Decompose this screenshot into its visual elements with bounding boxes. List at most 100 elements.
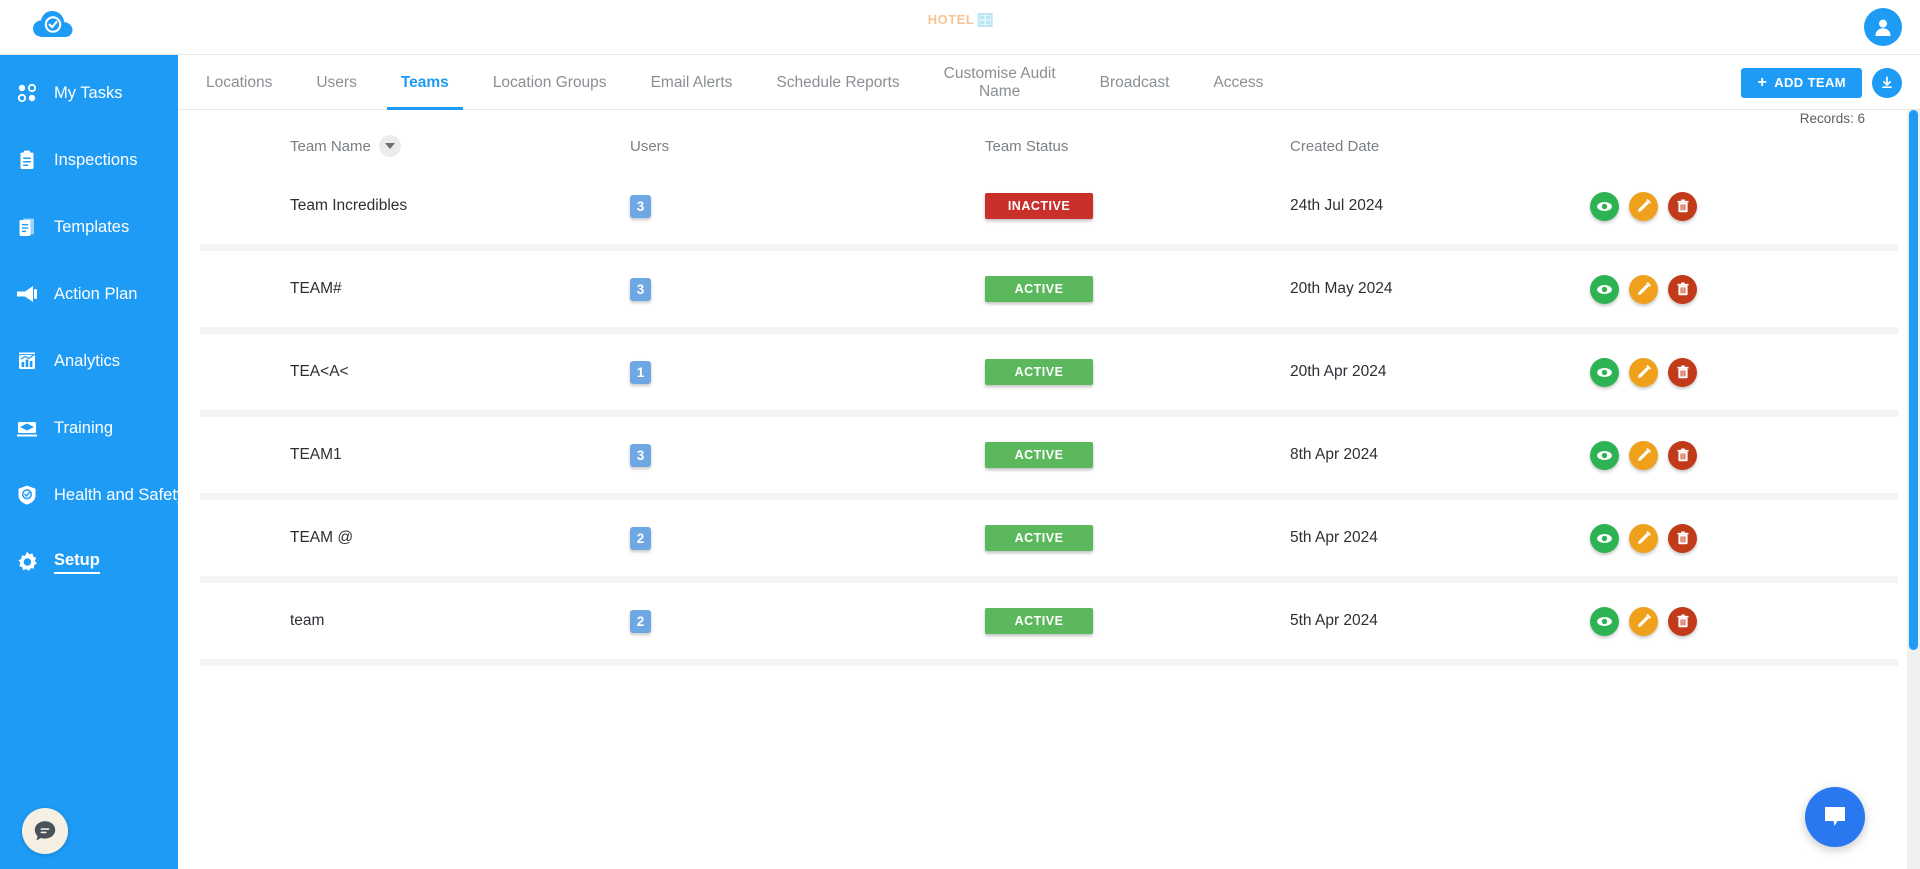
- row-actions: [1590, 191, 1697, 221]
- sidebar-item-label: Analytics: [54, 351, 121, 370]
- status-badge: ACTIVE: [985, 276, 1093, 302]
- view-button[interactable]: [1590, 191, 1619, 221]
- trash-icon: [1676, 448, 1689, 462]
- table-row[interactable]: TEA<A< 1 ACTIVE 20th Apr 2024: [200, 334, 1898, 417]
- users-count-badge[interactable]: 1: [630, 360, 651, 384]
- table-row[interactable]: TEAM1 3 ACTIVE 8th Apr 2024: [200, 417, 1898, 500]
- sidebar-item-label: Templates: [54, 217, 130, 236]
- add-team-button[interactable]: + ADD TEAM: [1741, 67, 1862, 98]
- edit-button[interactable]: [1629, 357, 1658, 387]
- column-header-users[interactable]: Users: [630, 138, 985, 155]
- users-count-badge[interactable]: 2: [630, 526, 651, 550]
- chat-widget-button[interactable]: [1805, 787, 1865, 847]
- tab-schedule-reports[interactable]: Schedule Reports: [754, 55, 921, 110]
- sidebar-item-analytics[interactable]: Analytics: [0, 341, 178, 381]
- users-count-badge[interactable]: 3: [630, 277, 651, 301]
- row-actions: [1590, 357, 1697, 387]
- cell-created-date: 5th Apr 2024: [1290, 612, 1378, 629]
- tab-email-alerts[interactable]: Email Alerts: [629, 55, 755, 110]
- table-row[interactable]: Team Incredibles 3 INACTIVE 24th Jul 202…: [200, 168, 1898, 251]
- table-row[interactable]: team 2 ACTIVE 5th Apr 2024: [200, 583, 1898, 666]
- trash-icon: [1676, 531, 1689, 545]
- bar-chart-icon: [14, 348, 40, 374]
- shield-check-icon: [14, 482, 40, 508]
- users-count-badge[interactable]: 3: [630, 443, 651, 467]
- sidebar-item-setup[interactable]: Setup: [0, 542, 178, 582]
- cell-actions: [1590, 191, 1898, 221]
- row-actions: [1590, 606, 1697, 636]
- scrollbar-thumb[interactable]: [1909, 110, 1918, 650]
- trash-icon: [1676, 282, 1689, 296]
- table-row[interactable]: TEAM# 3 ACTIVE 20th May 2024: [200, 251, 1898, 334]
- sidebar-item-my-tasks[interactable]: My Tasks: [0, 73, 178, 113]
- tab-users[interactable]: Users: [294, 55, 378, 110]
- users-count-badge[interactable]: 3: [630, 194, 651, 218]
- dots-grid-icon: [14, 80, 40, 106]
- tab-teams[interactable]: Teams: [379, 55, 471, 110]
- table-row[interactable]: TEAM @ 2 ACTIVE 5th Apr 2024: [200, 500, 1898, 583]
- user-avatar-icon[interactable]: [1864, 8, 1902, 46]
- tab-location-groups[interactable]: Location Groups: [471, 55, 629, 110]
- cell-users: 2: [630, 609, 985, 633]
- cell-created-date: 24th Jul 2024: [1290, 197, 1384, 214]
- view-button[interactable]: [1590, 523, 1619, 553]
- documents-icon: [14, 214, 40, 240]
- top-bar: HOTEL: [0, 0, 1920, 55]
- trash-icon: [1676, 614, 1689, 628]
- tab-customise-audit-name[interactable]: Customise Audit Name: [922, 55, 1078, 110]
- view-button[interactable]: [1590, 357, 1619, 387]
- row-actions: [1590, 523, 1697, 553]
- cell-users: 3: [630, 277, 985, 301]
- edit-button[interactable]: [1629, 440, 1658, 470]
- delete-button[interactable]: [1668, 191, 1697, 221]
- megaphone-icon: [14, 281, 40, 307]
- download-circle-icon[interactable]: [1872, 67, 1902, 98]
- cell-team-name: TEAM1: [290, 446, 342, 463]
- delete-button[interactable]: [1668, 274, 1697, 304]
- cloud-check-logo-icon[interactable]: [30, 7, 78, 47]
- view-button[interactable]: [1590, 440, 1619, 470]
- sidebar-item-health-and-safety[interactable]: Health and Safety: [0, 475, 185, 515]
- speech-bubble-icon: [1825, 807, 1845, 826]
- sidebar: My Tasks Inspections Templates Action Pl…: [0, 55, 185, 869]
- cell-actions: [1590, 357, 1898, 387]
- cell-created-date: 5th Apr 2024: [1290, 529, 1378, 546]
- view-button[interactable]: [1590, 606, 1619, 636]
- speech-bubble-icon: [34, 821, 56, 841]
- graduation-icon: [14, 415, 40, 441]
- edit-button[interactable]: [1629, 523, 1658, 553]
- sidebar-item-templates[interactable]: Templates: [0, 207, 178, 247]
- chat-support-button[interactable]: [22, 808, 68, 854]
- edit-button[interactable]: [1629, 606, 1658, 636]
- delete-button[interactable]: [1668, 440, 1697, 470]
- sidebar-item-training[interactable]: Training: [0, 408, 178, 448]
- view-button[interactable]: [1590, 274, 1619, 304]
- pencil-icon: [1637, 282, 1651, 295]
- tab-access[interactable]: Access: [1191, 55, 1285, 110]
- column-header-created-date[interactable]: Created Date: [1290, 138, 1590, 155]
- chevron-down-icon[interactable]: [378, 135, 401, 157]
- edit-button[interactable]: [1629, 191, 1658, 221]
- column-header-team-name[interactable]: Team Name: [200, 135, 630, 157]
- sidebar-item-action-plan[interactable]: Action Plan: [0, 274, 178, 314]
- teams-table: Team Name Users Team Status Created Date…: [178, 110, 1920, 666]
- sidebar-item-label: Health and Safety: [54, 485, 186, 504]
- tab-locations[interactable]: Locations: [184, 55, 294, 110]
- tab-broadcast[interactable]: Broadcast: [1078, 55, 1192, 110]
- cell-created-date: 20th May 2024: [1290, 280, 1393, 297]
- status-badge: ACTIVE: [985, 442, 1093, 468]
- delete-button[interactable]: [1668, 606, 1697, 636]
- users-count-badge[interactable]: 2: [630, 609, 651, 633]
- row-actions: [1590, 440, 1697, 470]
- column-header-team-status[interactable]: Team Status: [985, 138, 1290, 155]
- cell-team-status: INACTIVE: [985, 193, 1290, 219]
- table-header-row: Team Name Users Team Status Created Date: [200, 110, 1898, 168]
- sidebar-item-inspections[interactable]: Inspections: [0, 140, 178, 180]
- pencil-icon: [1637, 448, 1651, 461]
- edit-button[interactable]: [1629, 274, 1658, 304]
- vertical-scrollbar[interactable]: [1907, 110, 1920, 869]
- cell-team-name: TEA<A<: [290, 363, 349, 380]
- delete-button[interactable]: [1668, 523, 1697, 553]
- delete-button[interactable]: [1668, 357, 1697, 387]
- cell-team-name: team: [290, 612, 325, 629]
